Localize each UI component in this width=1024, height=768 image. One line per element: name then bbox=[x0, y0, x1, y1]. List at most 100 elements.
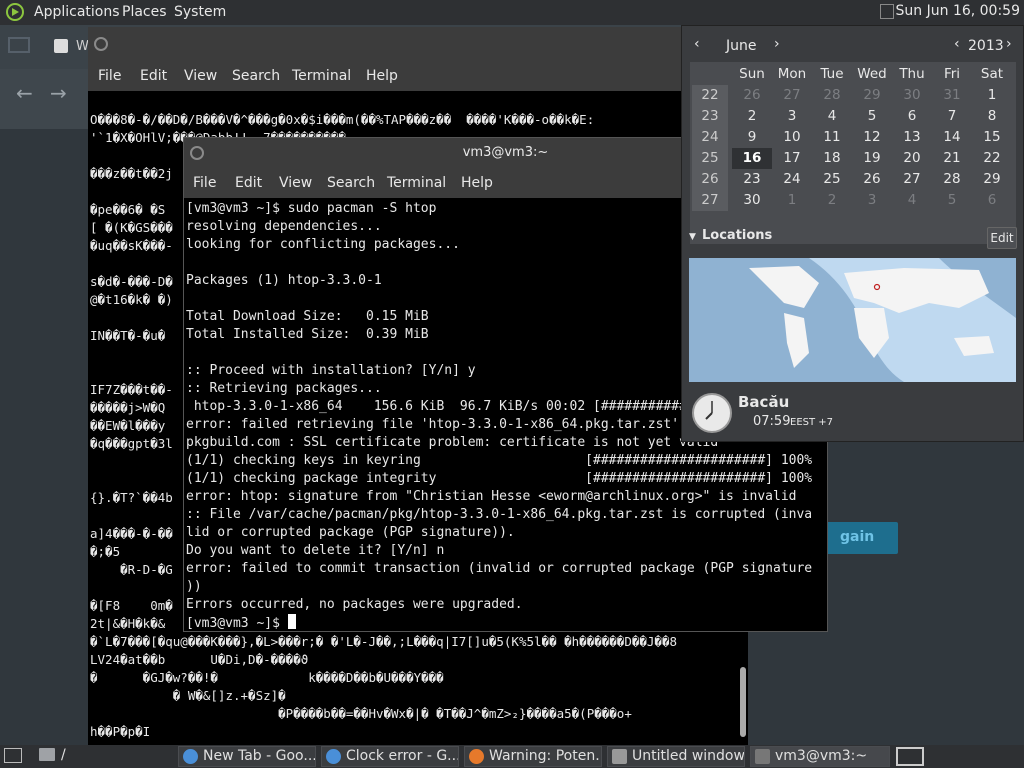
chrome-icon bbox=[183, 749, 198, 764]
weekday-header: Tue bbox=[820, 66, 844, 82]
menu-file[interactable]: File bbox=[98, 68, 121, 84]
calendar-day[interactable]: 6 bbox=[972, 190, 1012, 211]
calendar-day[interactable]: 2 bbox=[812, 190, 852, 211]
calendar-day[interactable]: 17 bbox=[772, 148, 812, 169]
calendar-day[interactable]: 24 bbox=[772, 169, 812, 190]
window-menu-icon[interactable] bbox=[94, 37, 108, 51]
analog-clock-icon bbox=[692, 393, 732, 433]
taskbar-item[interactable]: New Tab - Goo... bbox=[178, 746, 316, 767]
terminal-back-menubar: File Edit View Search Terminal Help bbox=[88, 61, 748, 91]
calendar-day[interactable]: 29 bbox=[972, 169, 1012, 190]
taskbar-item[interactable]: Clock error - G... bbox=[321, 746, 459, 767]
calendar-popup: ‹ June › ‹ 2013 › Sun Mon Tue Wed Thu Fri Sat 2… bbox=[681, 25, 1024, 442]
menu-view[interactable]: View bbox=[184, 68, 217, 84]
places-menu[interactable]: Places bbox=[122, 4, 167, 20]
calendar-day[interactable]: 26 bbox=[732, 85, 772, 106]
forward-arrow-icon[interactable]: → bbox=[50, 81, 67, 105]
calendar-day[interactable]: 27 bbox=[772, 85, 812, 106]
menu-file[interactable]: File bbox=[193, 175, 216, 191]
panel-clock[interactable]: Sun Jun 16, 00:59 bbox=[896, 3, 1020, 19]
calendar-day[interactable]: 15 bbox=[972, 127, 1012, 148]
firefox-icon bbox=[469, 749, 484, 764]
calendar-day[interactable]: 14 bbox=[932, 127, 972, 148]
menu-search[interactable]: Search bbox=[327, 175, 375, 191]
prev-year-icon[interactable]: ‹ bbox=[954, 36, 960, 52]
calendar-day[interactable]: 22 bbox=[972, 148, 1012, 169]
menu-search[interactable]: Search bbox=[232, 68, 280, 84]
workspace-switcher[interactable] bbox=[896, 747, 924, 766]
prev-month-icon[interactable]: ‹ bbox=[694, 36, 700, 52]
calendar-day[interactable]: 29 bbox=[852, 85, 892, 106]
taskbar-item[interactable]: Warning: Poten... bbox=[464, 746, 602, 767]
collapse-triangle-icon[interactable]: ▼ bbox=[689, 232, 696, 242]
week-number: 23 bbox=[692, 106, 728, 127]
panel-window-icon[interactable] bbox=[880, 4, 894, 19]
taskbar-item-label: New Tab - Goo... bbox=[203, 748, 316, 764]
calendar-day[interactable]: 3 bbox=[772, 106, 812, 127]
calendar-day[interactable]: 21 bbox=[932, 148, 972, 169]
calendar-day[interactable]: 25 bbox=[812, 169, 852, 190]
calendar-day[interactable]: 2 bbox=[732, 106, 772, 127]
try-again-button[interactable]: gain bbox=[820, 522, 898, 554]
menu-view[interactable]: View bbox=[279, 175, 312, 191]
folder-path-label[interactable]: / bbox=[61, 747, 66, 763]
calendar-day[interactable]: 7 bbox=[932, 106, 972, 127]
location-city: Bacău bbox=[738, 393, 790, 411]
taskbar-item-label: Warning: Poten... bbox=[489, 748, 602, 764]
location-timezone: EEST +7 bbox=[790, 417, 834, 428]
folder-icon[interactable] bbox=[39, 748, 55, 761]
terminal-back-titlebar[interactable] bbox=[88, 27, 748, 61]
next-month-icon[interactable]: › bbox=[774, 36, 780, 52]
calendar-day[interactable]: 28 bbox=[932, 169, 972, 190]
menu-edit[interactable]: Edit bbox=[235, 175, 262, 191]
menu-help[interactable]: Help bbox=[461, 175, 493, 191]
calendar-day[interactable]: 31 bbox=[932, 85, 972, 106]
browser-back-window-icon bbox=[8, 37, 30, 53]
weekday-header: Sat bbox=[980, 66, 1004, 82]
edit-locations-button[interactable]: Edit bbox=[987, 227, 1017, 249]
show-desktop-icon[interactable] bbox=[4, 748, 22, 763]
calendar-day[interactable]: 11 bbox=[812, 127, 852, 148]
calendar-day[interactable]: 4 bbox=[812, 106, 852, 127]
calendar-day[interactable]: 10 bbox=[772, 127, 812, 148]
calendar-day[interactable]: 5 bbox=[932, 190, 972, 211]
system-menu[interactable]: System bbox=[174, 4, 226, 20]
taskbar-item-label: vm3@vm3:~ bbox=[775, 748, 868, 764]
menu-terminal[interactable]: Terminal bbox=[292, 68, 351, 84]
distro-logo-icon[interactable] bbox=[6, 3, 24, 21]
calendar-day[interactable]: 23 bbox=[732, 169, 772, 190]
calendar-day[interactable]: 1 bbox=[972, 85, 1012, 106]
calendar-day[interactable]: 19 bbox=[852, 148, 892, 169]
calendar-day[interactable]: 28 bbox=[812, 85, 852, 106]
taskbar-item[interactable]: vm3@vm3:~ bbox=[750, 746, 890, 767]
back-arrow-icon[interactable]: ← bbox=[16, 81, 33, 105]
menu-terminal[interactable]: Terminal bbox=[387, 175, 446, 191]
calendar-day[interactable]: 16 bbox=[732, 148, 772, 169]
browser-tab-label[interactable]: W bbox=[76, 39, 89, 54]
calendar-day[interactable]: 4 bbox=[892, 190, 932, 211]
weekday-header: Sun bbox=[739, 66, 765, 82]
month-label: June bbox=[726, 38, 757, 54]
taskbar-item[interactable]: Untitled window bbox=[607, 746, 745, 767]
menu-edit[interactable]: Edit bbox=[140, 68, 167, 84]
calendar-day[interactable]: 9 bbox=[732, 127, 772, 148]
calendar-day[interactable]: 1 bbox=[772, 190, 812, 211]
next-year-icon[interactable]: › bbox=[1006, 36, 1012, 52]
calendar-day[interactable]: 27 bbox=[892, 169, 932, 190]
top-panel: Applications Places System Sun Jun 16, 0… bbox=[0, 0, 1024, 25]
window-menu-icon[interactable] bbox=[190, 146, 204, 160]
calendar-day[interactable]: 30 bbox=[892, 85, 932, 106]
calendar-day[interactable]: 13 bbox=[892, 127, 932, 148]
calendar-day[interactable]: 30 bbox=[732, 190, 772, 211]
calendar-day[interactable]: 18 bbox=[812, 148, 852, 169]
calendar-day[interactable]: 26 bbox=[852, 169, 892, 190]
calendar-day[interactable]: 5 bbox=[852, 106, 892, 127]
calendar-day[interactable]: 12 bbox=[852, 127, 892, 148]
terminal-back-scrollbar[interactable] bbox=[740, 667, 746, 737]
applications-menu[interactable]: Applications bbox=[34, 4, 120, 20]
calendar-day[interactable]: 3 bbox=[852, 190, 892, 211]
calendar-day[interactable]: 20 bbox=[892, 148, 932, 169]
menu-help[interactable]: Help bbox=[366, 68, 398, 84]
calendar-day[interactable]: 8 bbox=[972, 106, 1012, 127]
calendar-day[interactable]: 6 bbox=[892, 106, 932, 127]
